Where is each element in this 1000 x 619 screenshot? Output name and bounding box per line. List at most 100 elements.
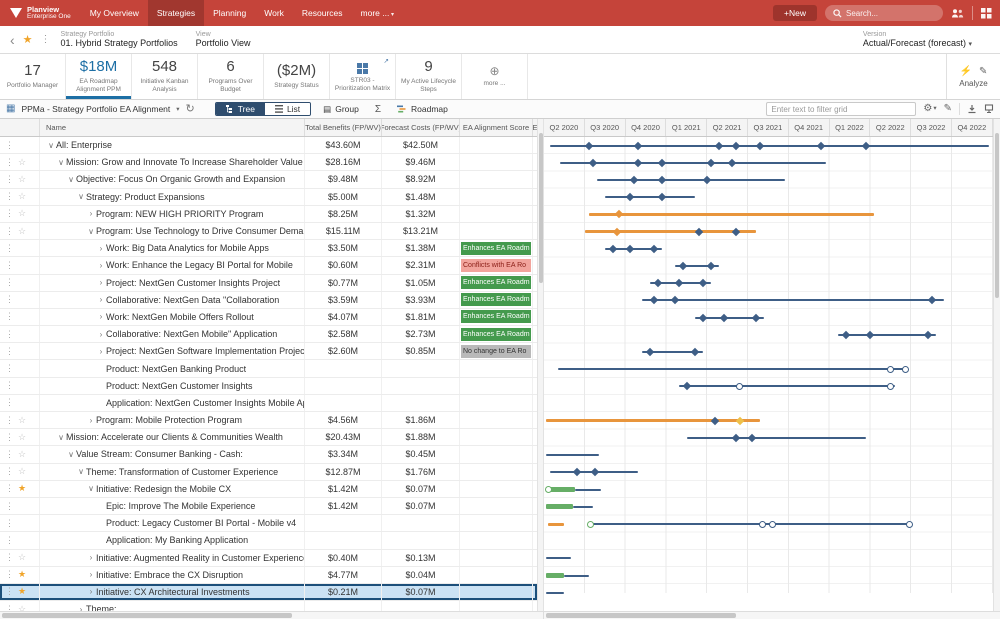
tree-toggle-icon[interactable]: ∨: [66, 175, 76, 184]
group-button[interactable]: ▤ Group: [317, 103, 365, 116]
gantt-milestone-circle[interactable]: [905, 520, 913, 528]
gantt-bar[interactable]: [588, 212, 875, 216]
gantt-milestone-diamond[interactable]: [715, 141, 724, 150]
analyze-button[interactable]: ⚡ ✎ Analyze: [946, 54, 1000, 99]
row-menu-icon[interactable]: ⋮: [5, 415, 18, 426]
tree-toggle-icon[interactable]: ›: [86, 570, 96, 579]
row-menu-icon[interactable]: ⋮: [5, 311, 18, 322]
gantt-milestone-diamond[interactable]: [584, 141, 594, 150]
roadmap-vertical-scrollbar[interactable]: [993, 119, 1000, 611]
tree-toggle-icon[interactable]: ›: [96, 295, 106, 304]
table-row[interactable]: ⋮ › Project: NextGen Software Implementati…: [0, 343, 537, 361]
row-menu-icon[interactable]: ⋮: [5, 518, 18, 529]
kpi-tile-programs-over-budget[interactable]: 6 Programs Over Budget: [198, 54, 264, 99]
gantt-milestone-diamond[interactable]: [653, 278, 663, 288]
favorite-star-icon[interactable]: ☆: [18, 466, 31, 477]
table-row[interactable]: ⋮ ☆ ∨ Mission: Grow and Innovate To Increas…: [0, 154, 537, 172]
gantt-milestone-diamond[interactable]: [682, 382, 692, 391]
roadmap-toggle[interactable]: Roadmap: [391, 103, 454, 115]
column-header-total-benefits-fp-wv[interactable]: Total Benefits (FP/WV): [305, 119, 382, 136]
table-row[interactable]: ⋮ ☆ ∨ Program: Use Technology to Drive Cons…: [0, 222, 537, 241]
row-menu-icon[interactable]: ⋮: [5, 363, 18, 374]
gantt-milestone-diamond[interactable]: [609, 244, 618, 254]
settings-gear-icon[interactable]: ⚙ ▾: [923, 104, 936, 114]
favorite-star-icon[interactable]: ☆: [18, 174, 31, 185]
table-row[interactable]: ⋮ › Collaborative: NextGen Data "Collabora…: [0, 291, 537, 309]
tree-toggle-icon[interactable]: ∨: [46, 141, 56, 150]
print-export-icon[interactable]: [984, 104, 994, 114]
gantt-bar[interactable]: [588, 523, 912, 525]
tree-toggle-icon[interactable]: ›: [86, 416, 96, 425]
gantt-milestone-diamond[interactable]: [658, 192, 667, 202]
new-button[interactable]: +New: [773, 5, 817, 21]
gantt-bar[interactable]: [546, 419, 761, 423]
table-row[interactable]: ⋮ Product: Legacy Customer BI Portal - Mo…: [0, 515, 537, 533]
row-menu-icon[interactable]: ⋮: [5, 243, 18, 254]
favorite-star-icon[interactable]: ☆: [18, 415, 31, 426]
row-menu-icon[interactable]: ⋮: [5, 346, 18, 357]
gantt-milestone-diamond[interactable]: [698, 278, 708, 288]
gantt-milestone-diamond[interactable]: [927, 296, 936, 305]
gantt-milestone-circle[interactable]: [544, 486, 552, 494]
grid-vertical-scrollbar[interactable]: [537, 119, 544, 611]
gantt-bar[interactable]: [597, 179, 785, 181]
tree-toggle-icon[interactable]: ›: [86, 587, 96, 596]
row-menu-icon[interactable]: ⋮: [5, 174, 18, 185]
gantt-milestone-diamond[interactable]: [817, 141, 826, 150]
gantt-milestone-diamond[interactable]: [862, 141, 871, 150]
tree-toggle-icon[interactable]: ›: [96, 278, 106, 287]
gantt-bar[interactable]: [837, 333, 936, 336]
export-download-icon[interactable]: [967, 104, 977, 114]
gantt-milestone-diamond[interactable]: [633, 158, 643, 168]
gantt-bar[interactable]: [550, 144, 989, 147]
gantt-bar[interactable]: [572, 505, 593, 508]
edit-pencil-icon[interactable]: ✎: [979, 66, 987, 77]
table-row[interactable]: ⋮ › Work: NextGen Mobile Offers Rollout $4.…: [0, 308, 537, 327]
gantt-milestone-diamond[interactable]: [674, 278, 683, 288]
row-menu-icon[interactable]: ⋮: [5, 535, 18, 546]
gantt-bar[interactable]: [558, 368, 908, 371]
table-row[interactable]: ⋮ Epic: Improve The Mobile Experience $1.4…: [0, 497, 537, 516]
gantt-bar[interactable]: [564, 574, 589, 577]
row-menu-icon[interactable]: ⋮: [5, 329, 18, 340]
gantt-milestone-diamond[interactable]: [678, 261, 687, 271]
table-row[interactable]: ⋮ Product: NextGen Customer Insights: [0, 377, 537, 395]
gantt-milestone-diamond[interactable]: [572, 468, 581, 477]
favorite-star-icon[interactable]: ☆: [18, 552, 31, 563]
tree-toggle-icon[interactable]: ∨: [56, 158, 66, 167]
row-menu-icon[interactable]: ⋮: [5, 397, 18, 408]
scrollbar-thumb[interactable]: [2, 613, 292, 618]
gantt-milestone-diamond[interactable]: [658, 175, 667, 185]
gantt-milestone-diamond[interactable]: [625, 244, 634, 254]
kpi-tile-portfolio-manager[interactable]: 17 Portfolio Manager: [0, 54, 66, 99]
gantt-milestone-diamond[interactable]: [727, 158, 736, 168]
column-header-forecast-costs-fp-wv[interactable]: Forecast Costs (FP/WV): [382, 119, 460, 136]
tree-toggle-icon[interactable]: ›: [96, 312, 106, 321]
gantt-milestone-circle[interactable]: [887, 365, 895, 373]
search-input[interactable]: [846, 8, 935, 18]
row-menu-icon[interactable]: ⋮: [5, 140, 18, 151]
tree-toggle-icon[interactable]: ›: [86, 209, 96, 218]
gantt-milestone-circle[interactable]: [887, 382, 895, 390]
table-row[interactable]: ⋮ ∨ All: Enterprise $43.60M $42.50M: [0, 137, 537, 155]
gantt-milestone-diamond[interactable]: [649, 244, 659, 254]
gantt-milestone-diamond[interactable]: [590, 468, 600, 477]
gantt-milestone-diamond[interactable]: [645, 347, 655, 357]
table-row[interactable]: ⋮ ☆ ∨ Strategy: Product Expansions $5.00M $1.…: [0, 188, 537, 206]
row-menu-icon[interactable]: ⋮: [5, 432, 18, 443]
row-menu-icon[interactable]: ⋮: [5, 208, 18, 219]
nav-item-resources[interactable]: Resources: [293, 0, 352, 26]
gantt-bar[interactable]: [546, 557, 571, 560]
row-menu-icon[interactable]: ⋮: [5, 604, 18, 611]
tree-toggle-icon[interactable]: ∨: [66, 450, 76, 459]
planview-logo[interactable]: Planview Enterprise One: [0, 5, 81, 21]
refresh-icon[interactable]: ↻: [186, 103, 195, 115]
table-row[interactable]: ⋮ ★ ∨ Initiative: Redesign the Mobile CX $1.…: [0, 480, 537, 498]
table-row[interactable]: ⋮ ☆ ∨ Theme: Transformation of Customer Exp…: [0, 463, 537, 481]
gantt-milestone-diamond[interactable]: [633, 141, 643, 150]
row-menu-icon[interactable]: ⋮: [5, 569, 18, 580]
tree-toggle-icon[interactable]: ›: [86, 553, 96, 562]
search-box[interactable]: [825, 5, 943, 21]
tree-toggle-button[interactable]: Tree: [215, 103, 265, 115]
row-menu-icon[interactable]: ⋮: [5, 586, 18, 597]
